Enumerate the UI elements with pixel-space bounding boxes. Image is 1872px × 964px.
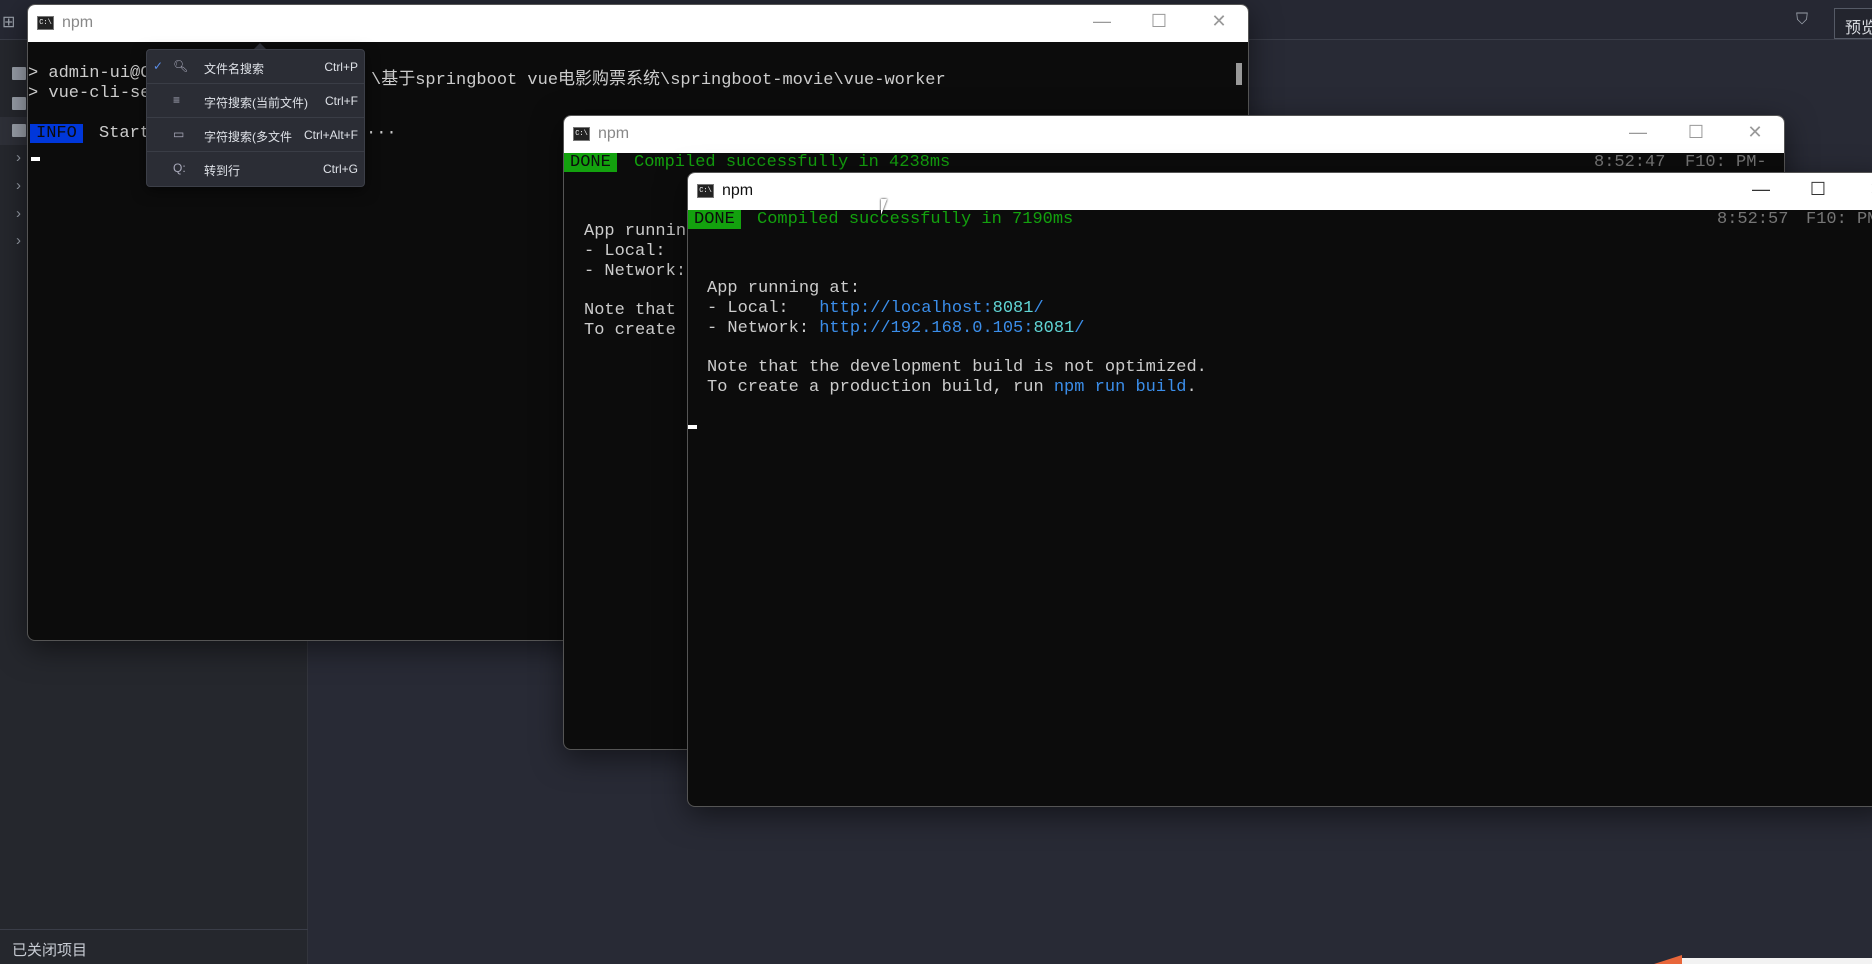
preview-button[interactable]: 预览 [1834,8,1872,39]
network-label: - Network: [707,319,820,338]
closed-projects[interactable]: 已关闭项目 [0,929,308,964]
menu-item-shortcut: Ctrl+F [325,94,358,108]
project-icon[interactable]: ⊞ [2,12,15,32]
cmd-icon: C:\ [573,127,590,141]
create-line: To create a production build, run npm ru… [707,378,1197,397]
file-icon [12,124,26,137]
minimize-button[interactable]: — [1746,179,1776,200]
note-line: Note that the development build is not o… [707,358,1207,377]
local-url-line: - Local: http://localhost:8081/ [707,299,1044,318]
output-line: - Network: [584,262,687,281]
f10-status: F10: PM [1806,210,1872,229]
goto-line-icon: Q: [173,161,186,175]
text-search-icon: ≡ [173,93,181,107]
menu-item-shortcut: Ctrl+Alt+F [303,128,358,142]
file-icon [12,97,26,110]
menu-item-file-search[interactable]: ✓ 🔍︎ 文件名搜索 Ctrl+P [147,50,364,84]
network-port[interactable]: 8081 [1033,319,1074,338]
menu-item-label: 字符搜索(当前文件) [204,96,308,110]
maximize-button[interactable]: ☐ [1803,179,1833,200]
compiled-message: Compiled successfully in 7190ms [757,210,1074,229]
menu-item-text-search-current[interactable]: ≡ 字符搜索(当前文件) Ctrl+F [147,84,364,118]
f10-status: F10: PM- [1685,153,1767,172]
menu-item-shortcut: Ctrl+P [324,60,358,74]
taskbar-strip [1682,958,1872,964]
prompt-line: > vue-cli-se [28,84,151,103]
prompt-path: \基于springboot vue电影购票系统\springboot-movie… [371,71,946,90]
compiled-message: Compiled successfully in 4238ms [634,153,951,172]
build-command: npm run build [1053,378,1187,397]
terminal-output[interactable]: DONE Compiled successfully in 7190ms 8:5… [688,210,1872,438]
check-icon: ✓ [153,59,164,73]
output-line: - Local: [584,242,666,261]
local-url-slash[interactable]: / [1033,299,1043,318]
menu-item-goto-line[interactable]: Q: 转到行 Ctrl+G [147,152,364,186]
info-tail: ··· [366,124,397,143]
scrollbar[interactable] [1236,63,1242,85]
output-line: Note that [584,301,676,320]
chevron-right-icon[interactable]: › [16,205,21,222]
text-cursor [688,425,697,429]
network-url-line: - Network: http://192.168.0.105:8081/ [707,319,1084,338]
menu-item-label: 转到行 [204,164,241,178]
window-title: npm [62,14,94,31]
create-period: . [1186,378,1197,397]
timestamp: 8:52:57 [1717,210,1789,229]
done-badge: DONE [564,153,617,172]
maximize-button[interactable]: ☐ [1144,11,1174,32]
file-search-icon: 🔍︎ [173,59,189,73]
menu-item-label: 文件名搜索 [204,62,265,76]
file-icon [12,67,26,80]
chevron-right-icon[interactable]: › [16,177,21,194]
terminal-window-3[interactable]: C:\ npm — ☐ ✕ DONE Compiled successfully… [687,172,1872,807]
window-title: npm [598,125,630,142]
close-button[interactable]: ✕ [1862,179,1872,200]
chevron-right-icon[interactable]: › [16,232,21,249]
taskbar-app-icon[interactable] [1654,955,1682,964]
output-line: App runnin [584,222,687,241]
local-label: - Local: [707,299,820,318]
title-bar[interactable]: C:\ npm — ☐ ✕ [564,116,1784,153]
close-button[interactable]: ✕ [1740,122,1770,143]
text-cursor [31,157,40,161]
folder-search-icon: ▭ [173,127,185,141]
timestamp: 8:52:47 [1594,153,1666,172]
close-button[interactable]: ✕ [1204,11,1234,32]
menu-item-text-search-multi[interactable]: ▭ 字符搜索(多文件 Ctrl+Alt+F [147,118,364,152]
closed-projects-label: 已关闭项目 [12,942,88,959]
title-bar[interactable]: C:\ npm — ☐ ✕ [28,5,1248,42]
search-menu: ✓ 🔍︎ 文件名搜索 Ctrl+P ≡ 字符搜索(当前文件) Ctrl+F ▭ … [146,43,365,187]
title-bar[interactable]: C:\ npm — ☐ ✕ [688,173,1872,210]
prompt-line: > admin-ui@C [28,64,151,83]
menu-item-label: 字符搜索(多文件 [204,130,292,144]
local-url[interactable]: http://localhost: [819,299,992,318]
minimize-button[interactable]: — [1623,122,1653,143]
local-port[interactable]: 8081 [993,299,1034,318]
network-url[interactable]: http://192.168.0.105: [819,319,1033,338]
cmd-icon: C:\ [697,184,714,198]
maximize-button[interactable]: ☐ [1681,122,1711,143]
create-text: To create a production build, run [707,378,1054,397]
filter-icon[interactable]: ⛉ [1796,11,1808,29]
minimize-button[interactable]: — [1087,11,1117,32]
info-badge: INFO [30,124,83,143]
network-url-slash[interactable]: / [1074,319,1084,338]
cmd-icon: C:\ [37,16,54,30]
menu-item-shortcut: Ctrl+G [322,162,358,176]
mouse-pointer-icon [881,199,887,215]
done-badge: DONE [688,210,741,229]
app-running-line: App running at: [707,279,861,298]
window-title: npm [722,182,754,199]
info-text: Start [99,124,151,143]
chevron-right-icon[interactable]: › [16,149,21,166]
output-line: To create [584,321,676,340]
